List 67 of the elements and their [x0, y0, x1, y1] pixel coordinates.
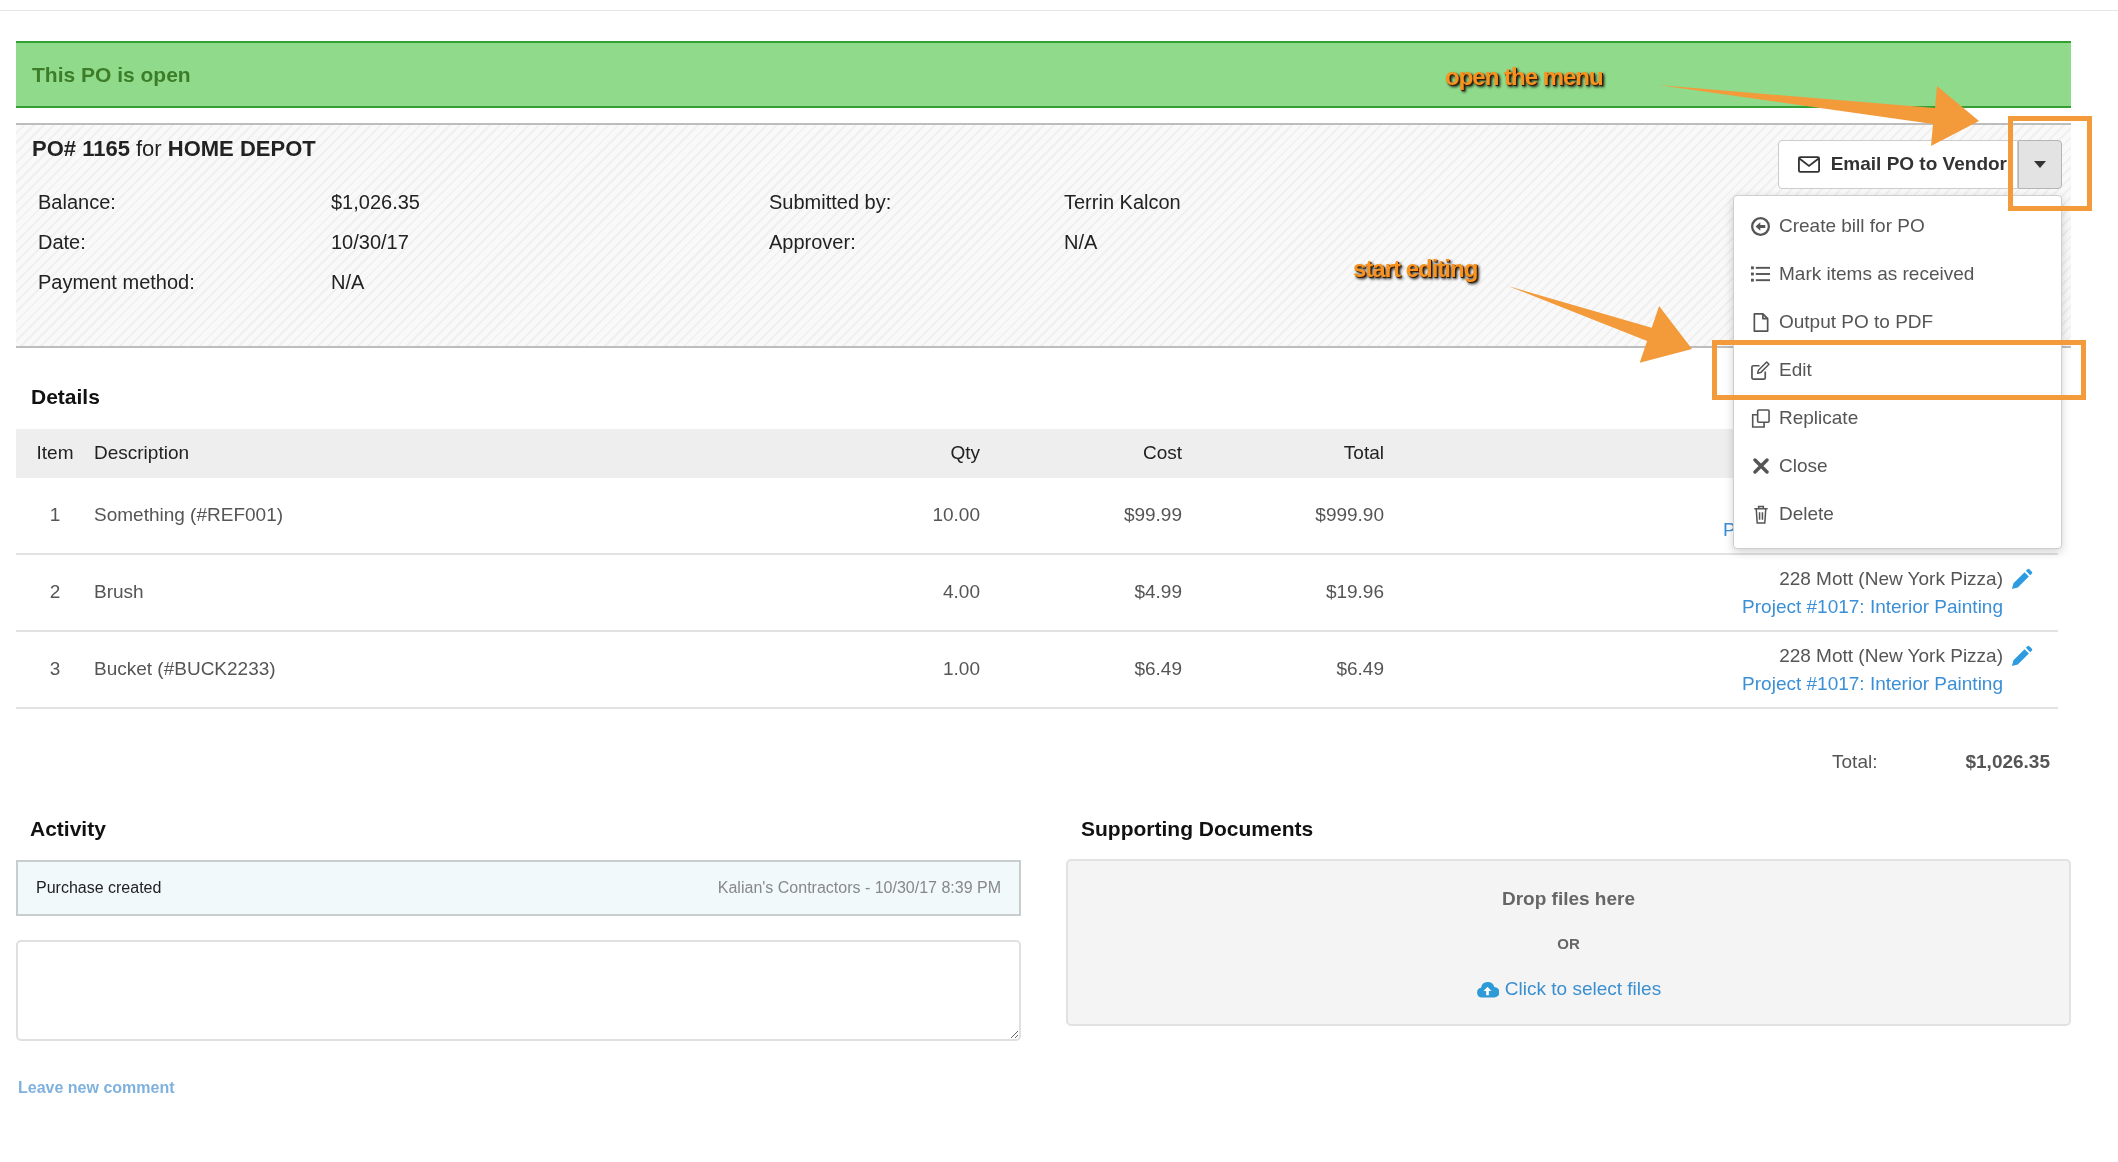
- field-value: N/A: [331, 270, 365, 295]
- table-cell-text: $99.99: [1123, 503, 1182, 528]
- table-cell-text: 1: [49, 503, 61, 528]
- document-icon: [1752, 312, 1769, 332]
- field-value: 10/30/17: [331, 230, 409, 255]
- edit-icon: [1751, 360, 1770, 380]
- pencil-icon[interactable]: [2011, 567, 2033, 590]
- table-cell-text: Bucket (#BUCK2233): [94, 657, 276, 682]
- table-cell-text: $4.99: [1134, 580, 1182, 605]
- table-cell-text: $19.96: [1325, 580, 1384, 605]
- activity-text: Purchase created: [36, 878, 162, 898]
- field-label: Date:: [38, 230, 86, 255]
- table-cell-text: $999.90: [1315, 503, 1384, 528]
- column-header: Total: [1343, 441, 1384, 466]
- location-text: 228 Mott (New York Pizza): [1779, 643, 2003, 668]
- field-value: $1,026.35: [331, 190, 420, 215]
- field-label: Payment method:: [38, 270, 195, 295]
- table-cell-text: $6.49: [1336, 657, 1384, 682]
- cloud-upload-icon: [1475, 980, 1499, 998]
- column-header: Item: [36, 441, 74, 466]
- menu-item[interactable]: Edit: [1734, 346, 2061, 394]
- table-cell-text: 10.00: [932, 503, 980, 528]
- section-title: Activity: [30, 816, 106, 842]
- menu-item[interactable]: Delete: [1734, 490, 2061, 538]
- table-cell-text: $6.49: [1134, 657, 1182, 682]
- menu-item[interactable]: Mark items as received: [1734, 250, 2061, 298]
- arrow-circle-icon: [1751, 216, 1770, 236]
- activity-meta: Kalian's Contractors - 10/30/17 8:39 PM: [717, 878, 1001, 898]
- column-header: Cost: [1142, 441, 1182, 466]
- caret-icon: [2034, 161, 2046, 168]
- table-cell-text: 4.00: [943, 580, 980, 605]
- menu-item[interactable]: Replicate: [1734, 394, 2061, 442]
- callout-text: start editing: [1353, 254, 1478, 284]
- menu-item[interactable]: Create bill for PO: [1734, 202, 2061, 250]
- total-value: $1,026.35: [1965, 750, 2050, 774]
- pencil-icon[interactable]: [2011, 644, 2033, 667]
- table-cell-text: Brush: [94, 580, 144, 605]
- location-text: 228 Mott (New York Pizza): [1779, 566, 2003, 591]
- comment-field[interactable]: [16, 940, 1021, 1041]
- field-value: N/A: [1064, 230, 1098, 255]
- column-header: Description: [94, 441, 190, 466]
- dropzone-prompt: Drop files here: [1501, 887, 1635, 911]
- field-label: Balance:: [38, 190, 116, 215]
- menu-item[interactable]: Output PO to PDF: [1734, 298, 2061, 346]
- field-label: Approver:: [769, 230, 856, 255]
- dropdown-toggle[interactable]: [2018, 140, 2062, 189]
- email-button[interactable]: Email PO to Vendor: [1777, 140, 2018, 189]
- field-label: Submitted by:: [769, 190, 892, 215]
- total-label: Total:: [1832, 750, 1878, 774]
- list-icon: [1751, 266, 1770, 282]
- table-cell-text: Something (#REF001): [94, 503, 284, 528]
- close-icon: [1752, 458, 1769, 474]
- table-cell-text: 1.00: [943, 657, 980, 682]
- callout-text: open the menu: [1445, 62, 1603, 92]
- envelope-icon: [1797, 156, 1820, 173]
- table-cell-text: 2: [49, 580, 61, 605]
- separator-text: OR: [1557, 934, 1580, 954]
- section-title: Supporting Documents: [1081, 816, 1314, 842]
- table-cell-text: 3: [49, 657, 61, 682]
- po-title: PO# 1165 for HOME DEPOT: [32, 135, 316, 163]
- section-title: Details: [31, 384, 100, 410]
- dropzone[interactable]: Drop files here OR Click to select files: [1066, 859, 2071, 1026]
- menu-item[interactable]: Close: [1734, 442, 2061, 490]
- field-value: Terrin Kalcon: [1064, 190, 1181, 215]
- trash-icon: [1752, 504, 1769, 524]
- copy-icon: [1751, 408, 1770, 428]
- column-header: Qty: [950, 441, 980, 466]
